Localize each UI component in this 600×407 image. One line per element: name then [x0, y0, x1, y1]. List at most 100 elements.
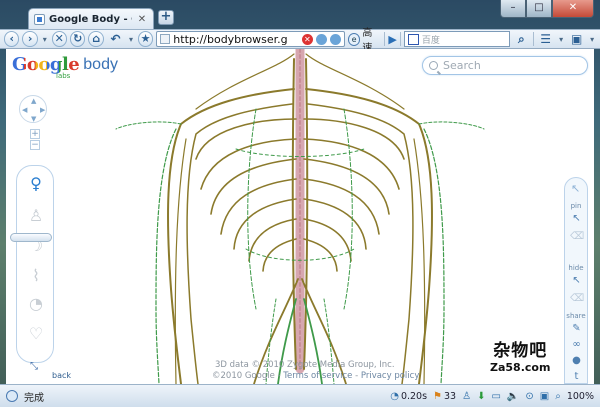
- pin-remove-icon[interactable]: ⌫: [570, 230, 584, 243]
- home-icon[interactable]: ⌂: [88, 31, 104, 47]
- heart-layer-icon[interactable]: ♡: [26, 324, 46, 344]
- organ-layer-icon[interactable]: ◔: [26, 294, 46, 314]
- pan-down-icon[interactable]: ▼: [31, 115, 36, 123]
- share-label: share: [566, 312, 586, 320]
- flag-icon: ⚑: [433, 390, 443, 402]
- tools-dropdown-icon[interactable]: ▾: [557, 35, 565, 44]
- back-arrow-icon[interactable]: ⤡: [30, 361, 38, 372]
- monitor-icon[interactable]: ▣: [540, 391, 549, 402]
- twitter-icon[interactable]: t: [570, 370, 583, 383]
- close-page-icon[interactable]: ✕: [51, 31, 67, 47]
- muscle-layer-icon[interactable]: ♙: [26, 206, 46, 226]
- page-favicon-icon: [34, 13, 45, 25]
- history-dropdown-icon[interactable]: ▾: [41, 35, 49, 44]
- browser-search-field[interactable]: 百度: [403, 31, 510, 47]
- browser-tab[interactable]: Google Body - Google... ✕: [28, 8, 154, 29]
- site-watermark: 杂物吧 Za58.com: [490, 341, 550, 374]
- zoom-magnifier-icon[interactable]: ⌕: [555, 391, 561, 402]
- undo-icon[interactable]: ↶: [107, 31, 124, 47]
- rss-icon[interactable]: [329, 33, 341, 45]
- skin-layer-icon[interactable]: ♀: [26, 174, 46, 194]
- body-3d-view[interactable]: [6, 49, 594, 384]
- body-search-input[interactable]: Search: [422, 56, 588, 75]
- zoom-out-button[interactable]: −: [30, 140, 40, 150]
- address-text[interactable]: http://bodybrowser.g: [173, 33, 299, 46]
- maximize-button[interactable]: □: [526, 0, 552, 18]
- toolbar-divider: [533, 32, 534, 46]
- bone-layer-icon[interactable]: ⌇: [26, 266, 46, 286]
- count-indicator[interactable]: ⚑ 33: [433, 391, 456, 402]
- pin-label: pin: [570, 202, 582, 210]
- refresh-icon[interactable]: ↻: [70, 31, 86, 47]
- go-play-icon[interactable]: ▶: [388, 33, 396, 46]
- cursor-icon[interactable]: ↖: [571, 182, 580, 195]
- window-controls: – □ ✕: [500, 0, 594, 18]
- person-icon[interactable]: ♙: [462, 391, 471, 402]
- zoom-control: + −: [30, 129, 40, 151]
- tab-close-icon[interactable]: ✕: [136, 14, 148, 25]
- speed-icon: ◔: [390, 390, 399, 402]
- pan-control[interactable]: ▲ ▼ ◀ ▶: [19, 95, 47, 123]
- copyright-google-text: ©2010 Google: [212, 371, 275, 381]
- watermark-url: Za58.com: [490, 361, 551, 374]
- address-bar[interactable]: http://bodybrowser.g ✕: [156, 31, 345, 47]
- browser-toolbar: ‹ › ▾ ✕ ↻ ⌂ ↶ ▾ ★ http://bodybrowser.g ✕…: [0, 28, 600, 54]
- search-placeholder: Search: [443, 59, 481, 72]
- sound-icon[interactable]: 🔈: [507, 391, 519, 402]
- link-icon[interactable]: ∞: [570, 338, 583, 351]
- terms-link[interactable]: Terms of service: [283, 371, 352, 381]
- window-icon[interactable]: ▭: [491, 391, 500, 402]
- search-engine-icon[interactable]: [407, 33, 419, 45]
- new-tab-button[interactable]: +: [158, 10, 174, 25]
- unhide-icon[interactable]: ⌫: [570, 292, 584, 305]
- pencil-icon[interactable]: ✎: [570, 322, 583, 335]
- toolbar-divider: [384, 32, 386, 46]
- globe-status-icon: [6, 390, 18, 402]
- stop-icon[interactable]: ✕: [301, 33, 313, 45]
- speed-mode-icon: e: [347, 32, 361, 46]
- zoom-level[interactable]: 100%: [567, 391, 594, 402]
- count-value: 33: [444, 390, 457, 402]
- minimize-button[interactable]: –: [500, 0, 526, 18]
- hide-icon[interactable]: ↖: [570, 274, 583, 287]
- layer-slider[interactable]: ♀ ♙ ☽ ⌇ ◔ ♡: [16, 165, 54, 363]
- zoom-in-button[interactable]: +: [30, 129, 40, 139]
- speed-indicator[interactable]: ◔ 0.20s: [390, 391, 427, 402]
- back-arrow-icon[interactable]: ‹: [4, 31, 20, 47]
- pan-up-icon[interactable]: ▲: [31, 97, 36, 105]
- undo-dropdown-icon[interactable]: ▾: [127, 35, 135, 44]
- watermark-cn: 杂物吧: [493, 341, 548, 361]
- page-menu-dropdown-icon[interactable]: ▾: [588, 35, 596, 44]
- pan-left-icon[interactable]: ◀: [22, 106, 27, 114]
- pin-add-icon[interactable]: ↖: [570, 212, 583, 225]
- chat-icon[interactable]: ●: [570, 354, 583, 367]
- speed-value: 0.20s: [400, 390, 428, 402]
- tab-title: Google Body - Google...: [49, 13, 132, 25]
- search-icon: [429, 61, 438, 70]
- search-magnifier-icon[interactable]: ⌕: [513, 31, 530, 47]
- hide-label: hide: [568, 264, 584, 272]
- copyright-google: ©2010 Google - Terms of service - Privac…: [212, 371, 420, 381]
- status-bar: 完成 ◔ 0.20s ⚑ 33 ♙ ⬇ ▭ 🔈 ⊙ ▣ ⌕ 100%: [0, 384, 600, 407]
- back-link[interactable]: back: [52, 371, 71, 380]
- forward-arrow-icon[interactable]: ›: [22, 31, 38, 47]
- camera-icon[interactable]: ⊙: [525, 391, 533, 402]
- privacy-link[interactable]: Privacy policy: [361, 371, 420, 381]
- zoom-value: 100%: [566, 390, 594, 402]
- status-text: 完成: [24, 392, 44, 404]
- favorites-star-icon[interactable]: ★: [137, 31, 154, 47]
- google-body-logo[interactable]: Google labs body: [12, 55, 118, 81]
- labs-label: labs: [56, 72, 71, 80]
- download-icon[interactable]: ⬇: [477, 391, 485, 402]
- layer-slider-handle[interactable]: [10, 233, 52, 242]
- title-bar: Google Body - Google... ✕ + – □ ✕: [0, 0, 600, 29]
- page-viewport: Google labs body Search ▲ ▼ ◀ ▶ + − ♀ ♙ …: [6, 49, 594, 384]
- page-menu-icon[interactable]: ▣: [568, 31, 585, 47]
- tools-icon[interactable]: ☰: [537, 31, 554, 47]
- right-toolbar: ↖ pin ↖ ⌫ hide ↖ ⌫ share ✎ ∞ ● t: [564, 177, 588, 384]
- close-window-button[interactable]: ✕: [552, 0, 594, 18]
- pan-right-icon[interactable]: ▶: [40, 106, 45, 114]
- browser-search-placeholder: 百度: [421, 35, 440, 46]
- page-icon: [160, 34, 171, 44]
- globe-icon[interactable]: [315, 33, 327, 45]
